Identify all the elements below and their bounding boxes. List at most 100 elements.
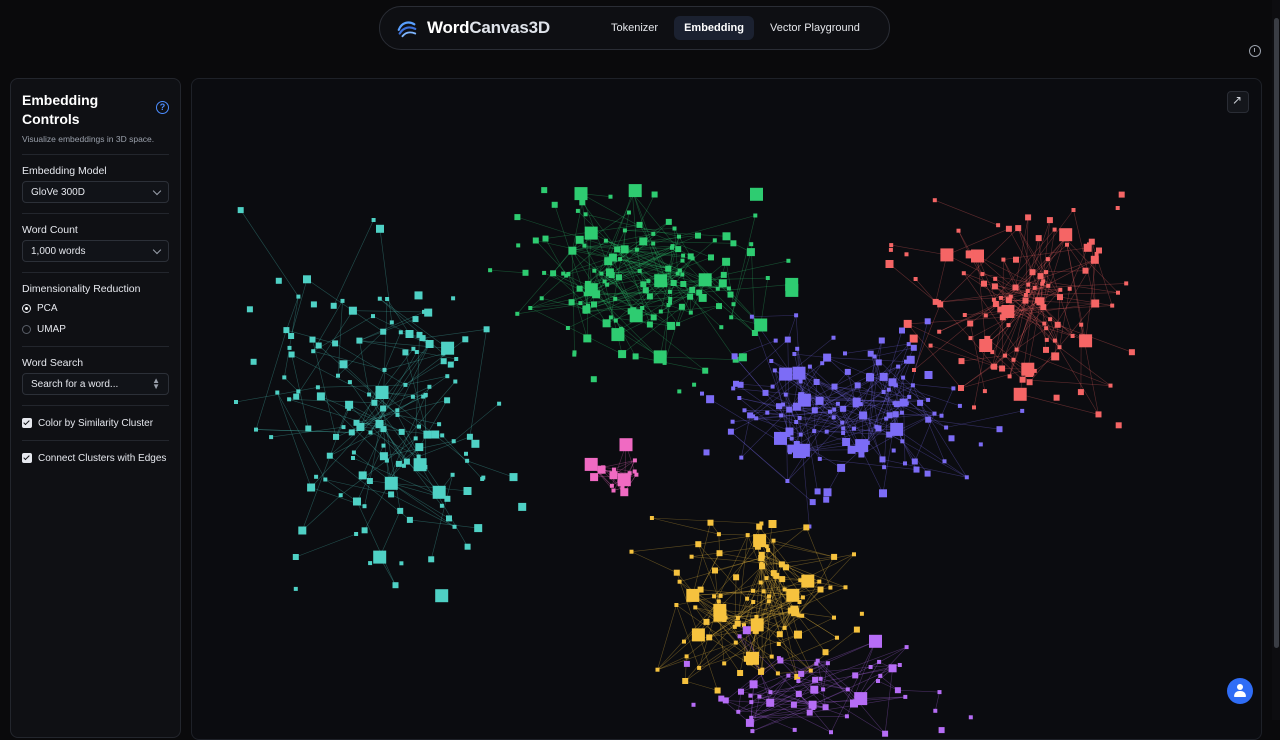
word-node[interactable]	[730, 240, 736, 246]
word-node[interactable]	[983, 389, 987, 393]
word-node[interactable]	[680, 273, 684, 277]
word-node[interactable]	[771, 570, 777, 576]
word-node[interactable]	[845, 369, 851, 375]
word-node[interactable]	[937, 330, 941, 334]
word-node[interactable]	[736, 616, 740, 620]
word-node[interactable]	[620, 438, 633, 451]
word-node[interactable]	[1006, 226, 1012, 232]
word-node[interactable]	[686, 589, 699, 602]
word-node[interactable]	[697, 666, 701, 670]
word-node[interactable]	[251, 359, 257, 365]
word-node[interactable]	[444, 397, 450, 403]
word-node[interactable]	[591, 301, 597, 307]
word-node[interactable]	[1058, 288, 1062, 292]
word-node[interactable]	[424, 309, 432, 317]
word-node[interactable]	[831, 554, 837, 560]
word-node[interactable]	[910, 335, 918, 343]
word-node[interactable]	[717, 600, 721, 604]
word-node[interactable]	[668, 297, 672, 301]
word-node[interactable]	[898, 663, 902, 667]
word-node[interactable]	[866, 441, 870, 445]
word-node[interactable]	[582, 306, 590, 314]
word-node[interactable]	[414, 436, 418, 440]
word-node[interactable]	[541, 187, 547, 193]
word-node[interactable]	[728, 292, 734, 298]
word-node[interactable]	[1072, 208, 1076, 212]
word-node[interactable]	[550, 270, 556, 276]
word-node[interactable]	[399, 561, 403, 565]
word-node[interactable]	[372, 218, 376, 222]
word-node[interactable]	[464, 452, 468, 456]
word-node[interactable]	[435, 589, 448, 602]
word-node[interactable]	[681, 254, 685, 258]
word-node[interactable]	[630, 188, 634, 192]
word-node[interactable]	[754, 319, 767, 332]
word-node[interactable]	[993, 277, 997, 281]
word-node[interactable]	[826, 661, 830, 665]
word-node[interactable]	[719, 594, 723, 598]
word-node[interactable]	[1020, 377, 1026, 383]
word-node[interactable]	[801, 595, 805, 599]
word-node[interactable]	[373, 551, 386, 564]
word-node[interactable]	[388, 491, 394, 497]
word-node[interactable]	[411, 395, 415, 399]
word-node[interactable]	[316, 385, 320, 389]
word-node[interactable]	[314, 475, 318, 479]
word-node[interactable]	[925, 471, 931, 477]
word-node[interactable]	[739, 456, 743, 460]
word-node[interactable]	[900, 399, 908, 407]
word-node[interactable]	[471, 440, 479, 448]
word-node[interactable]	[784, 393, 788, 397]
word-node[interactable]	[884, 417, 888, 421]
word-node[interactable]	[679, 304, 685, 310]
word-node[interactable]	[376, 386, 389, 399]
connect-edges-checkbox[interactable]: Connect Clusters with Edges	[22, 451, 169, 465]
word-node[interactable]	[743, 626, 751, 634]
word-node[interactable]	[1003, 354, 1007, 358]
word-node[interactable]	[794, 313, 798, 317]
word-node[interactable]	[695, 233, 701, 239]
word-node[interactable]	[765, 544, 769, 548]
word-node[interactable]	[713, 238, 717, 242]
word-node[interactable]	[723, 232, 731, 240]
word-node[interactable]	[417, 425, 421, 429]
word-node[interactable]	[852, 552, 856, 556]
word-node[interactable]	[383, 368, 387, 372]
word-node[interactable]	[738, 382, 744, 388]
word-node[interactable]	[747, 248, 755, 256]
word-node[interactable]	[877, 660, 881, 664]
word-node[interactable]	[818, 587, 824, 593]
word-node[interactable]	[676, 272, 680, 276]
word-node[interactable]	[1044, 326, 1048, 330]
word-node[interactable]	[979, 442, 983, 446]
word-node[interactable]	[423, 465, 427, 469]
word-node[interactable]	[577, 286, 583, 292]
word-node[interactable]	[967, 321, 973, 327]
word-node[interactable]	[774, 339, 778, 343]
word-node[interactable]	[745, 597, 749, 601]
word-node[interactable]	[604, 239, 608, 243]
user-icon[interactable]	[1227, 678, 1253, 704]
word-node[interactable]	[1079, 323, 1083, 327]
word-node[interactable]	[766, 699, 774, 707]
word-node[interactable]	[367, 393, 371, 397]
word-node[interactable]	[395, 408, 399, 412]
word-node[interactable]	[904, 320, 912, 328]
word-node[interactable]	[905, 645, 909, 649]
word-node[interactable]	[396, 413, 400, 417]
word-node[interactable]	[298, 527, 306, 535]
word-node[interactable]	[1116, 422, 1122, 428]
word-search-combobox[interactable]: Search for a word... ▲▼	[22, 373, 169, 395]
word-node[interactable]	[828, 410, 832, 414]
word-node[interactable]	[605, 283, 609, 287]
word-node[interactable]	[860, 612, 864, 616]
word-node[interactable]	[415, 443, 423, 451]
word-node[interactable]	[763, 390, 769, 396]
word-node[interactable]	[682, 678, 688, 684]
word-node[interactable]	[415, 291, 423, 299]
word-node[interactable]	[276, 278, 282, 284]
tab-embedding[interactable]: Embedding	[674, 16, 754, 40]
word-node[interactable]	[610, 471, 618, 479]
word-node[interactable]	[992, 283, 998, 289]
word-node[interactable]	[407, 517, 413, 523]
